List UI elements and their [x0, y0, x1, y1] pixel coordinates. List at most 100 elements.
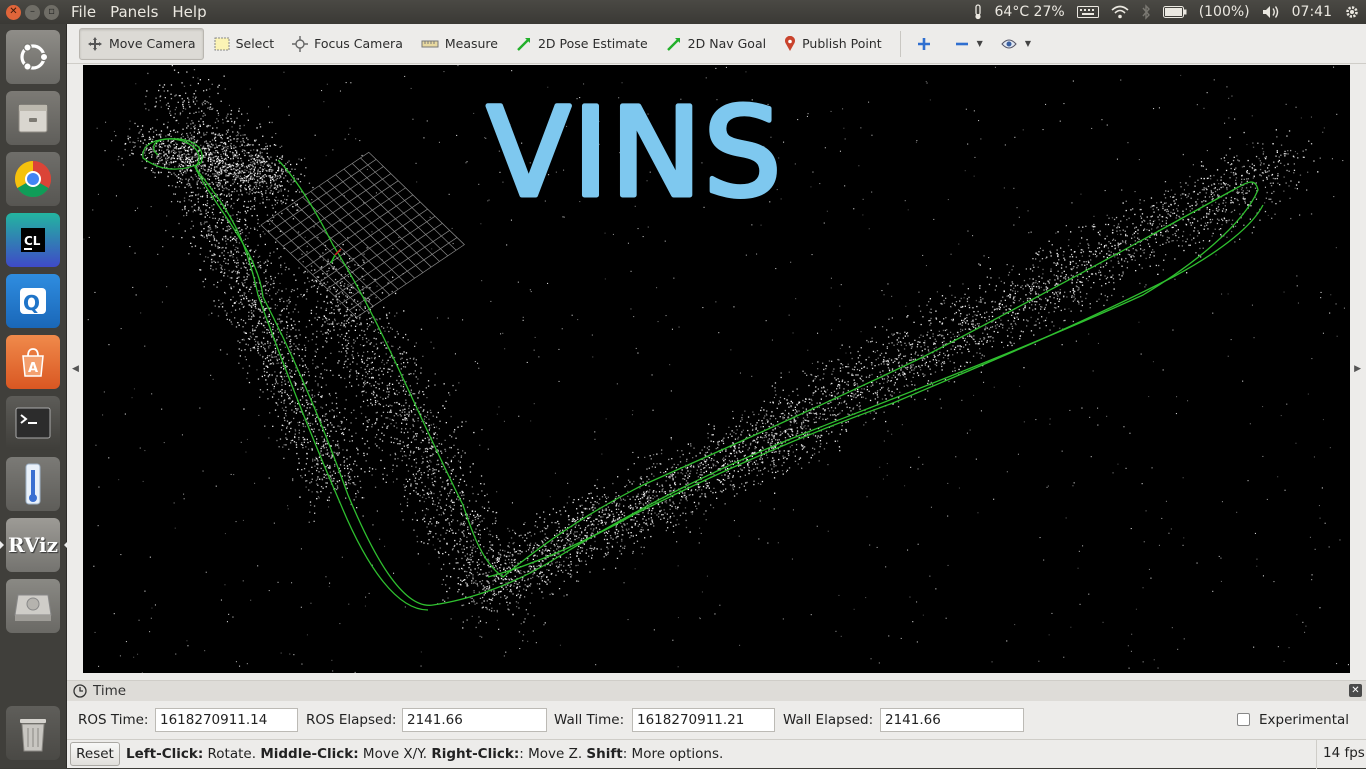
- pose-estimate-tool[interactable]: 2D Pose Estimate: [508, 28, 656, 60]
- wall-time-field[interactable]: 1618270911.21: [632, 708, 775, 732]
- svg-text:A: A: [28, 361, 38, 376]
- disk-drive-icon[interactable]: [6, 579, 60, 633]
- pose-estimate-label: 2D Pose Estimate: [538, 36, 648, 51]
- chevron-down-icon: ▼: [1025, 39, 1031, 48]
- publish-point-tool[interactable]: Publish Point: [776, 28, 890, 60]
- svg-text:CL: CL: [24, 234, 41, 248]
- move-camera-icon: [87, 36, 103, 52]
- focus-camera-icon: [292, 36, 308, 52]
- map-pin-icon: [784, 36, 796, 52]
- move-camera-label: Move Camera: [109, 36, 196, 51]
- rviz-window: Move Camera Select Focus Camera Measure …: [67, 24, 1366, 768]
- select-label: Select: [236, 36, 275, 51]
- qq-icon[interactable]: Q: [6, 274, 60, 328]
- settings-gear-icon[interactable]: [1344, 4, 1360, 20]
- volume-icon[interactable]: [1262, 5, 1280, 19]
- restore-window-button[interactable]: ▫: [44, 5, 59, 20]
- clock[interactable]: 07:41: [1292, 4, 1332, 20]
- measure-label: Measure: [445, 36, 498, 51]
- vins-overlay-text: VINS: [487, 82, 783, 224]
- ros-time-field[interactable]: 1618270911.14: [155, 708, 298, 732]
- svg-text:Q: Q: [23, 291, 40, 315]
- experimental-checkbox[interactable]: [1237, 713, 1250, 726]
- temperature-readout[interactable]: 64°C 27%: [995, 4, 1065, 20]
- top-panel: ✕ – ▫ File Panels Help 64°C 27% (100%) 0…: [0, 0, 1366, 24]
- rviz-icon[interactable]: RViz: [6, 518, 60, 572]
- move-camera-tool[interactable]: Move Camera: [79, 28, 204, 60]
- mouse-hint-text: Left-Click: Rotate. Middle-Click: Move X…: [126, 746, 723, 762]
- toolbar: Move Camera Select Focus Camera Measure …: [67, 24, 1366, 64]
- ros-elapsed-field[interactable]: 2141.66: [402, 708, 547, 732]
- 3d-viewport[interactable]: VINS: [83, 65, 1350, 673]
- green-arrow-icon: [516, 36, 532, 52]
- chevron-down-icon: ▼: [977, 39, 983, 48]
- remove-tool-button[interactable]: ▼: [947, 28, 991, 60]
- ros-time-label: ROS Time:: [78, 712, 148, 728]
- hint-middle-click-action: Move X/Y.: [359, 746, 432, 762]
- nav-goal-label: 2D Nav Goal: [688, 36, 766, 51]
- eye-icon: [1001, 38, 1017, 50]
- add-tool-button[interactable]: [909, 28, 945, 60]
- select-icon: [214, 37, 230, 51]
- publish-point-label: Publish Point: [802, 36, 882, 51]
- nav-goal-tool[interactable]: 2D Nav Goal: [658, 28, 774, 60]
- hint-middle-click: Middle-Click:: [260, 746, 358, 762]
- view-options-button[interactable]: ▼: [993, 28, 1039, 60]
- clock-icon: [73, 684, 87, 698]
- wifi-icon[interactable]: [1111, 5, 1129, 19]
- battery-icon[interactable]: [1163, 6, 1187, 18]
- menu-panels[interactable]: Panels: [110, 3, 158, 21]
- plus-icon: [917, 37, 931, 51]
- ubuntu-dash-icon[interactable]: [6, 30, 60, 84]
- chrome-icon[interactable]: [6, 152, 60, 206]
- minimize-window-button[interactable]: –: [25, 5, 40, 20]
- hint-left-click: Left-Click:: [126, 746, 203, 762]
- terminal-icon[interactable]: [6, 396, 60, 450]
- reset-button[interactable]: Reset: [70, 742, 120, 766]
- software-center-icon[interactable]: A: [6, 335, 60, 389]
- files-icon[interactable]: [6, 91, 60, 145]
- minus-icon: [955, 37, 969, 51]
- wall-elapsed-field[interactable]: 2141.66: [880, 708, 1024, 732]
- bluetooth-icon[interactable]: [1141, 4, 1151, 20]
- menu-file[interactable]: File: [71, 3, 96, 21]
- toolbar-separator: [900, 31, 901, 57]
- time-fields-row: ROS Time: 1618270911.14 ROS Elapsed: 214…: [67, 707, 1366, 733]
- left-panel-collapse-arrow[interactable]: ◀: [72, 364, 79, 374]
- time-panel: Time ✕ ROS Time: 1618270911.14 ROS Elaps…: [67, 680, 1366, 738]
- wall-time-label: Wall Time:: [554, 712, 624, 728]
- focus-camera-tool[interactable]: Focus Camera: [284, 28, 411, 60]
- fps-readout: 14 fps: [1316, 740, 1366, 769]
- wall-elapsed-label: Wall Elapsed:: [783, 712, 873, 728]
- hint-shift: Shift: [586, 746, 622, 762]
- point-cloud-scene[interactable]: VINS: [83, 65, 1350, 673]
- ground-grid: [261, 152, 464, 317]
- thermometer-app-icon[interactable]: [6, 457, 60, 511]
- launcher: CL Q A RViz: [0, 24, 67, 768]
- close-window-button[interactable]: ✕: [6, 5, 21, 20]
- time-panel-header: Time ✕: [67, 681, 1366, 701]
- thermometer-tray-icon[interactable]: [973, 4, 983, 20]
- ruler-icon: [421, 39, 439, 49]
- hint-shift-action: : More options.: [623, 746, 724, 762]
- time-panel-title: Time: [93, 683, 126, 699]
- experimental-label: Experimental: [1259, 712, 1349, 728]
- right-panel-collapse-arrow[interactable]: ▶: [1354, 364, 1361, 374]
- clion-icon[interactable]: CL: [6, 213, 60, 267]
- system-tray: 64°C 27% (100%) 07:41: [973, 0, 1360, 24]
- hint-right-click: Right-Click:: [431, 746, 519, 762]
- status-bar: Reset Left-Click: Rotate. Middle-Click: …: [67, 739, 1366, 768]
- green-arrow-icon: [666, 36, 682, 52]
- ros-elapsed-label: ROS Elapsed:: [306, 712, 396, 728]
- rviz-launcher-label: RViz: [8, 533, 58, 557]
- trash-icon[interactable]: [6, 706, 60, 760]
- focus-camera-label: Focus Camera: [314, 36, 403, 51]
- measure-tool[interactable]: Measure: [413, 28, 506, 60]
- hint-left-click-action: Rotate.: [203, 746, 260, 762]
- close-time-panel-button[interactable]: ✕: [1349, 684, 1362, 697]
- select-tool[interactable]: Select: [206, 28, 283, 60]
- menu-help[interactable]: Help: [172, 3, 206, 21]
- keyboard-icon[interactable]: [1077, 6, 1099, 18]
- battery-percent[interactable]: (100%): [1199, 4, 1250, 20]
- hint-right-click-action: : Move Z.: [519, 746, 586, 762]
